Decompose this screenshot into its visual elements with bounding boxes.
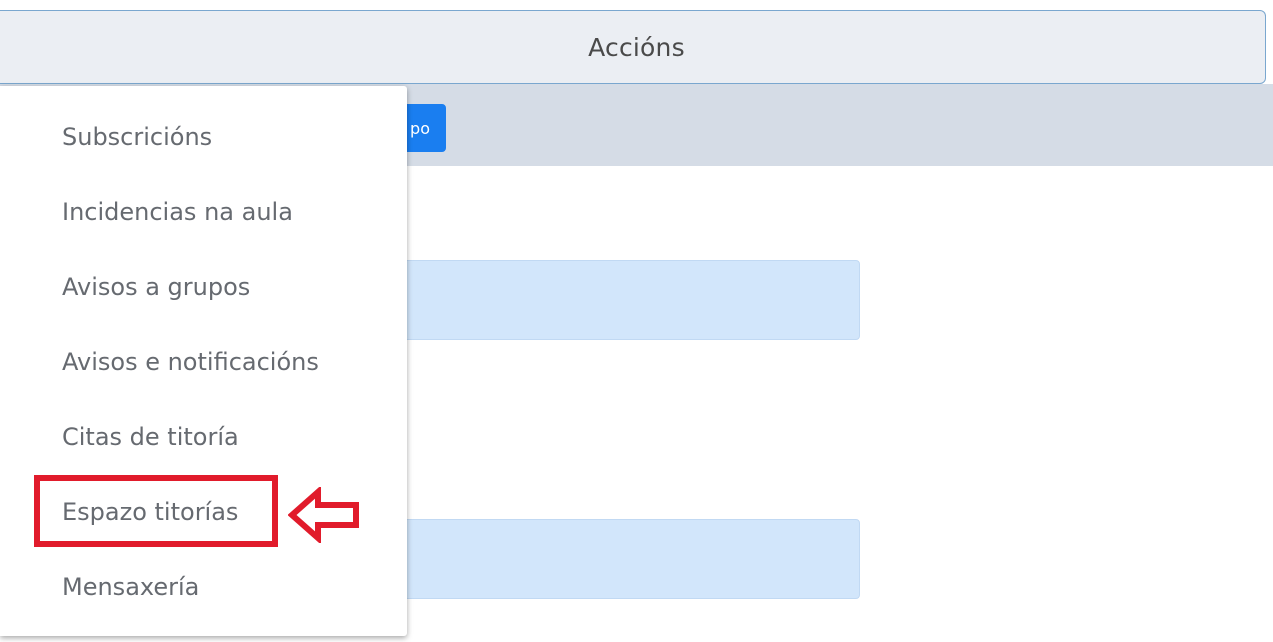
menu-item-group-notices[interactable]: Avisos a grupos — [62, 267, 250, 307]
menu-item-classroom-incidents[interactable]: Incidencias na aula — [62, 192, 293, 232]
text-input-2[interactable] — [380, 519, 860, 599]
highlight-box — [34, 475, 278, 547]
left-arrow-icon — [288, 487, 359, 543]
menu-item-subscriptions[interactable]: Subscricións — [62, 117, 212, 157]
text-input-1[interactable] — [380, 260, 860, 340]
create-group-button-label: po — [410, 118, 430, 138]
menu-item-tutoring-appointments[interactable]: Citas de titoría — [62, 417, 239, 457]
actions-dropdown-menu: Subscricións Incidencias na aula Avisos … — [0, 86, 407, 636]
menu-item-notices-notifications[interactable]: Avisos e notificacións — [62, 342, 319, 382]
actions-header-title: Accións — [588, 32, 685, 62]
menu-item-messaging[interactable]: Mensaxería — [62, 567, 199, 607]
